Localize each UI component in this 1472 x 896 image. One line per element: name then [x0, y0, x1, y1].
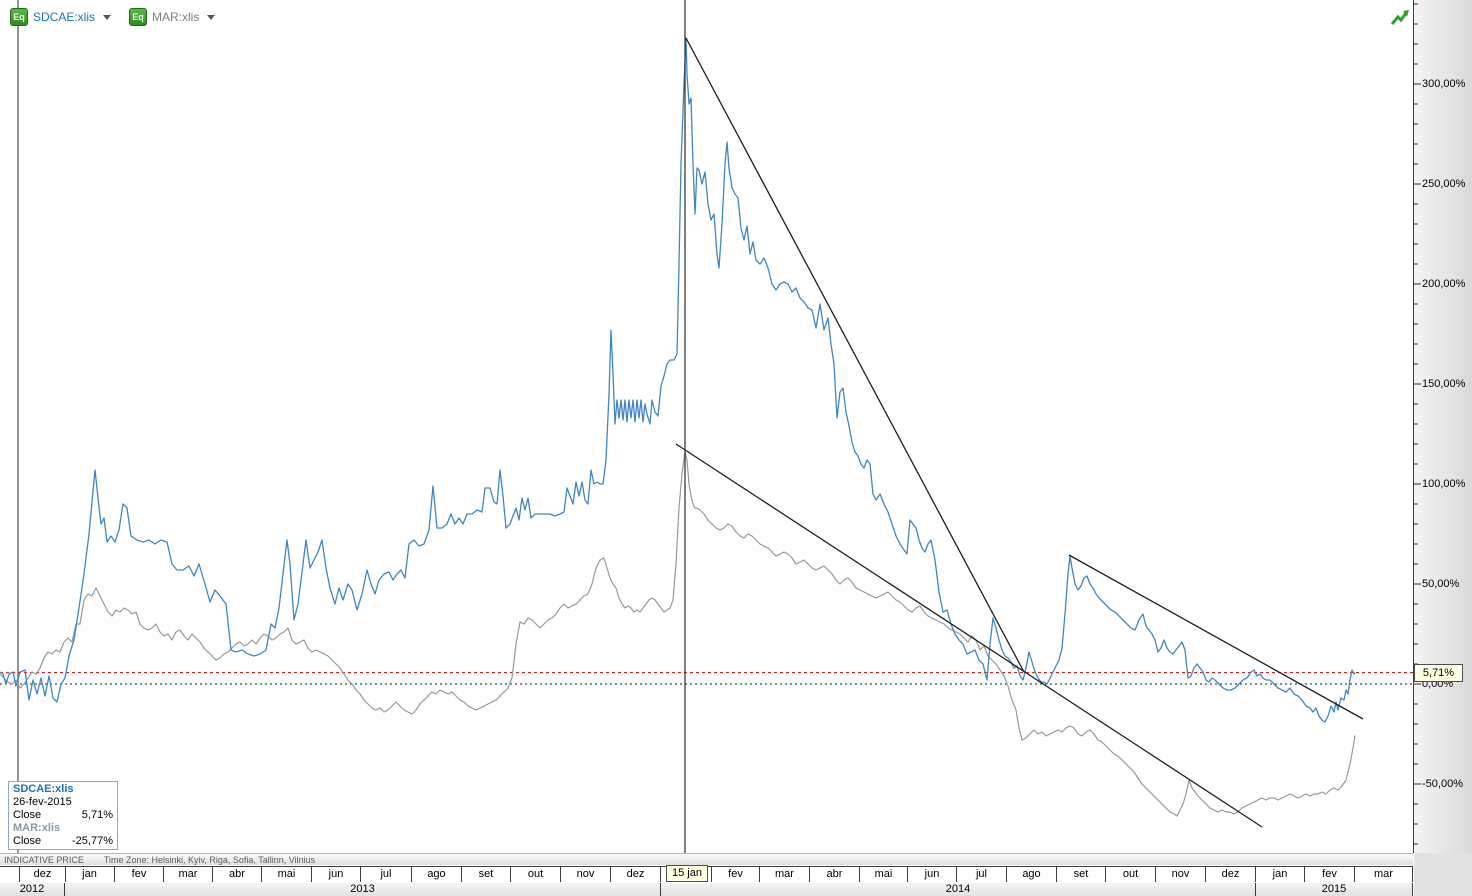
month-cell: dez — [19, 867, 66, 882]
legend-series1-close: 5,71% — [81, 809, 113, 821]
month-cell: set — [1057, 867, 1106, 882]
value-axis-ticks — [1414, 3, 1421, 845]
axis-corner — [1414, 853, 1472, 896]
month-cell: mar — [1355, 867, 1413, 882]
indicative-price-label: INDICATIVE PRICE — [4, 854, 84, 865]
y-axis-label: 200,00% — [1422, 278, 1466, 290]
month-cell: nov — [561, 867, 611, 882]
y-axis-label: 100,00% — [1422, 478, 1466, 490]
chevron-down-icon[interactable] — [207, 14, 216, 20]
legend-close-label: Close — [13, 809, 42, 821]
month-cell: out — [511, 867, 561, 882]
month-cell: jun — [908, 867, 957, 882]
timezone-label: Time Zone: Helsinki, Kyiv, Riga, Sofia, … — [103, 854, 316, 865]
crosshair-date-tooltip: 15 jan — [666, 865, 708, 882]
year-cell: 2012 — [0, 883, 65, 896]
y-axis-label: -50,00% — [1422, 778, 1463, 790]
legend-series2-close: -25,77% — [72, 835, 113, 847]
month-cell: out — [1106, 867, 1156, 882]
charting-app-window: Eq SDCAE:xlis Eq MAR:xlis 300,00% 250,00%… — [0, 0, 1472, 896]
y-axis-label: 50,00% — [1422, 578, 1460, 590]
chart-plot[interactable] — [0, 0, 1413, 853]
instrument-chip-sdcae[interactable]: Eq SDCAE:xlis — [10, 8, 112, 26]
instrument-ticker: SDCAE:xlis — [33, 10, 96, 24]
month-cell: fev — [712, 867, 760, 882]
year-cell: 2013 — [65, 883, 661, 896]
value-axis: 300,00% 250,00% 200,00% 150,00% 100,00% 50,00… — [1413, 0, 1472, 853]
trend-line-1[interactable] — [685, 37, 1025, 673]
year-cell: 2014 — [661, 883, 1256, 896]
y-axis-label: 150,00% — [1422, 378, 1466, 390]
series-legend: SDCAE:xlis 26-fev-2015 Close 5,71% MAR:x… — [8, 781, 118, 850]
trend-line-2[interactable] — [675, 443, 1263, 828]
series-line-SDCAE:xlis — [0, 37, 1356, 723]
month-cell: mar — [760, 867, 810, 882]
trend-tool-icon[interactable] — [1390, 8, 1410, 28]
instrument-chips: Eq SDCAE:xlis Eq MAR:xlis — [10, 8, 216, 26]
month-cell: fev — [115, 867, 164, 882]
legend-series2-name: MAR:xlis — [13, 822, 61, 834]
month-cell: dez — [611, 867, 661, 882]
month-cell: nov — [1156, 867, 1206, 882]
instrument-chip-mar[interactable]: Eq MAR:xlis — [129, 8, 216, 26]
month-cell: dez — [1206, 867, 1256, 882]
last-price-marker: 5,71% — [1414, 663, 1463, 682]
month-cell: jun — [312, 867, 361, 882]
trend-line-3[interactable] — [1068, 554, 1364, 720]
chevron-down-icon[interactable] — [103, 14, 112, 20]
instrument-ticker: MAR:xlis — [152, 10, 200, 24]
month-cell: ago — [1007, 867, 1057, 882]
month-cell: ago — [412, 867, 462, 882]
month-cell: abr — [213, 867, 262, 882]
y-axis-label: 250,00% — [1422, 178, 1466, 190]
equity-type-icon: Eq — [10, 8, 28, 26]
status-bar: INDICATIVE PRICE Time Zone: Helsinki, Ky… — [0, 853, 1413, 865]
month-cell: jan — [65, 867, 115, 882]
equity-type-icon: Eq — [129, 8, 148, 26]
year-axis: 2012 2013 2014 2015 — [0, 883, 1413, 896]
legend-series1-name: SDCAE:xlis — [13, 783, 74, 795]
month-cell: jul — [361, 867, 412, 882]
month-cell: jan — [1256, 867, 1305, 882]
month-cell: fev — [1305, 867, 1355, 882]
year-cell: 2015 — [1256, 883, 1413, 896]
month-cell: jul — [957, 867, 1007, 882]
legend-date: 26-fev-2015 — [13, 796, 72, 808]
y-axis-label: 300,00% — [1422, 78, 1466, 90]
month-cell: mai — [860, 867, 908, 882]
month-cell: set — [462, 867, 511, 882]
month-cell: mar — [164, 867, 213, 882]
month-cell: abr — [810, 867, 860, 882]
month-cell: mai — [262, 867, 312, 882]
legend-close-label: Close — [13, 835, 42, 847]
